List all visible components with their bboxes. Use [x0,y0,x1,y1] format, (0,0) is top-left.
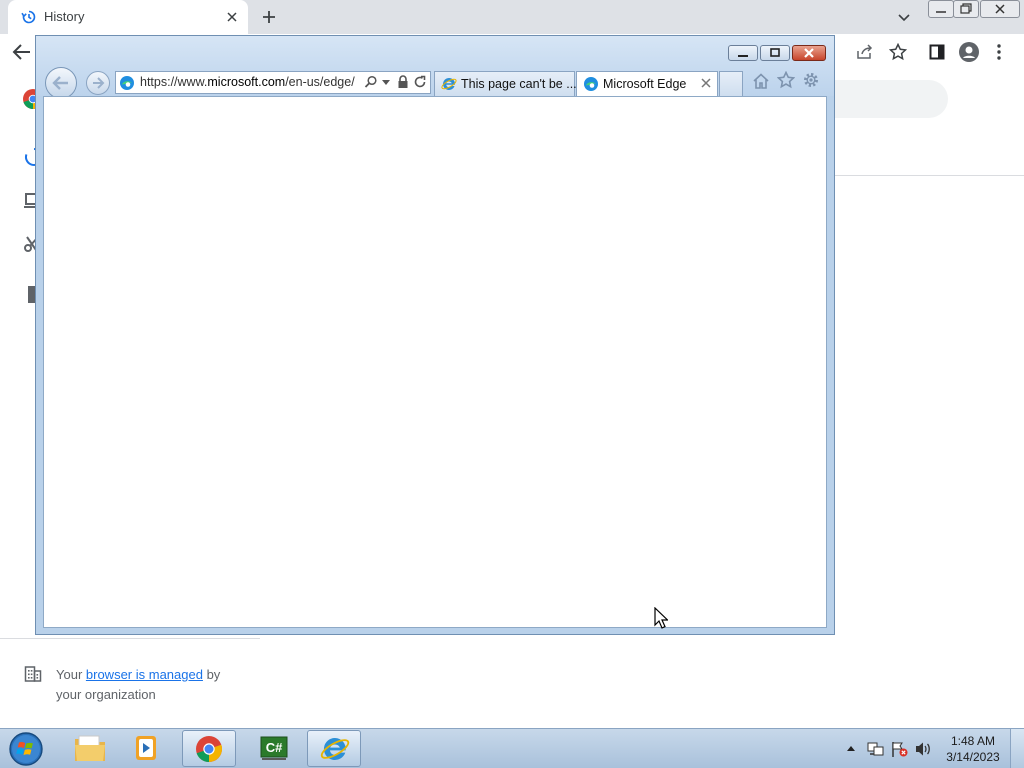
side-panel-icon[interactable] [929,44,945,60]
ie-tab-title: This page can't be ... [461,77,577,91]
bookmark-star-icon[interactable] [889,43,907,61]
taskbar-file-explorer[interactable] [63,730,117,767]
back-arrow-icon[interactable] [12,43,32,61]
search-icon[interactable] [364,75,378,89]
media-player-icon [132,733,162,763]
building-icon [24,665,42,683]
ie-back-button[interactable] [45,67,77,99]
taskbar-internet-explorer[interactable] [307,730,361,767]
share-icon[interactable] [856,44,874,60]
chrome-tab-title: History [44,9,85,24]
profile-avatar-icon[interactable] [959,42,979,62]
managed-notice: Your browser is managed by your organizat… [56,665,276,705]
url-path: /en-us/edge/ [285,75,355,89]
show-desktop-button[interactable] [1010,729,1024,768]
managed-prefix: Your [56,667,86,682]
close-tab-icon[interactable] [224,9,240,25]
dropdown-arrow-icon[interactable] [382,80,390,85]
history-icon [21,9,37,25]
home-icon[interactable] [752,72,770,90]
ie-url-text[interactable]: https://www.microsoft.com/en-us/edge/ [140,75,355,89]
divider [0,638,260,639]
system-clock[interactable]: 1:48 AM 3/14/2023 [940,733,1006,765]
show-hidden-icons-icon[interactable] [846,745,856,751]
action-center-flag-icon[interactable] [891,741,909,757]
ie-page-icon [441,76,457,92]
close-tab-icon[interactable] [700,77,712,89]
url-prefix: https://www. [140,75,208,89]
volume-icon[interactable] [914,741,932,757]
chrome-minimize-button[interactable] [928,0,954,18]
kebab-menu-icon[interactable] [996,43,1002,61]
ie-page-content[interactable] [43,96,827,628]
chrome-close-button[interactable] [980,0,1020,18]
clock-time: 1:48 AM [950,734,996,748]
divider [834,175,1024,176]
ie-new-tab-button[interactable] [719,71,743,96]
csharp-icon: C# [258,733,290,763]
ie-tab-error-page[interactable]: This page can't be ... [434,71,577,96]
folder-icon [74,733,106,763]
chrome-icon [194,734,224,764]
edge-site-icon [119,75,135,91]
refresh-icon[interactable] [413,75,427,89]
gear-icon[interactable] [802,71,820,89]
managed-line2: your organization [56,687,156,702]
chrome-tab-history[interactable]: History [8,0,248,34]
new-tab-button[interactable] [259,7,279,27]
internet-explorer-icon [319,734,351,764]
start-button[interactable] [6,731,46,767]
edge-tab-icon [583,76,599,92]
history-search-box[interactable] [834,80,948,118]
browser-managed-link[interactable]: browser is managed [86,667,203,682]
ie-minimize-button[interactable] [728,45,758,61]
svg-text:C#: C# [266,740,283,755]
ie-tab-microsoft-edge[interactable]: Microsoft Edge [576,71,718,96]
network-icon[interactable] [867,741,885,757]
clock-date: 3/14/2023 [946,750,1000,764]
windows-taskbar: C# 1:48 AM 3/14/2023 [0,728,1024,768]
ie-address-bar[interactable]: https://www.microsoft.com/en-us/edge/ [115,71,431,94]
ie-forward-button[interactable] [86,71,110,95]
chrome-restore-button[interactable] [953,0,979,18]
favorites-star-icon[interactable] [777,71,795,89]
taskbar-csharp-editor[interactable]: C# [247,730,301,767]
taskbar-chrome[interactable] [182,730,236,767]
ie-tab-title: Microsoft Edge [603,77,687,91]
chrome-tab-strip: History [0,0,1024,34]
chevron-down-icon[interactable] [896,9,912,25]
managed-suffix: by [202,667,221,682]
taskbar-media-player[interactable] [121,730,175,767]
url-domain: microsoft.com [207,75,286,89]
ie-close-button[interactable] [792,45,826,61]
mouse-cursor-icon [654,607,668,629]
internet-explorer-window: https://www.microsoft.com/en-us/edge/ Th… [35,35,835,635]
lock-icon[interactable] [397,75,409,89]
ie-restore-button[interactable] [760,45,790,61]
